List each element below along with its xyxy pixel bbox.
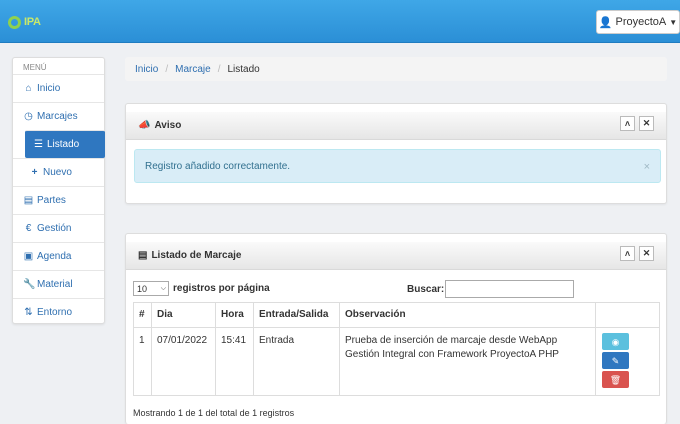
cell-observacion: Prueba de inserción de marcaje desde Web… [339, 327, 596, 396]
view-button[interactable]: ◉ [602, 333, 629, 350]
home-icon: ⌂ [25, 83, 32, 94]
row-actions: ◉ ✎ 🗑 [602, 333, 653, 388]
alert-message: Registro añadido correctamente. [145, 160, 291, 172]
server-icon: ▤ [138, 250, 148, 261]
table-header-row: # Dia Hora Entrada/Salida Observación [133, 302, 660, 328]
aviso-panel-tools: ˄ ✕ [620, 116, 654, 131]
edit-icon: ✎ [611, 355, 620, 366]
cell-actions: ◉ ✎ 🗑 [595, 327, 660, 396]
clock-icon: ◷ [24, 111, 33, 122]
alert-close-icon[interactable]: × [644, 161, 650, 173]
column-header-tipo[interactable]: Entrada/Salida [253, 302, 340, 328]
column-header-dia[interactable]: Dia [151, 302, 216, 328]
chevron-down-icon: ⌵ [160, 284, 166, 292]
calendar-icon: ▣ [23, 251, 34, 262]
logo-ring-icon [8, 15, 21, 29]
breadcrumb-marcaje[interactable]: Marcaje [175, 64, 211, 75]
list-icon: ☰ [34, 139, 43, 150]
sidebar-item-gestion[interactable]: € Gestión [13, 214, 104, 242]
breadcrumb-separator: / [217, 63, 221, 75]
marcaje-table: # Dia Hora Entrada/Salida Observación 1 … [133, 302, 660, 396]
page-size-select[interactable]: 10 ⌵ [133, 281, 169, 296]
edit-button[interactable]: ✎ [602, 352, 629, 369]
sidebar-item-listado[interactable]: ☰ Listado [25, 130, 105, 158]
sidebar-item-marcajes[interactable]: ◷ Marcajes [13, 102, 104, 130]
aviso-panel-header: 📣 Aviso [126, 112, 666, 140]
retweet-icon: ⇅ [24, 307, 33, 318]
delete-button[interactable]: 🗑 [602, 371, 629, 388]
plus-icon: + [31, 167, 38, 178]
user-menu-button[interactable]: 👤 ProyectoA ▼ [596, 10, 680, 34]
table-controls: 10 ⌵ registros por página Buscar: [133, 280, 668, 300]
breadcrumb: Inicio / Marcaje / Listado [125, 57, 667, 81]
wrench-icon: 🔧 [23, 279, 36, 290]
breadcrumb-current: Listado [227, 63, 260, 75]
table-row: 1 07/01/2022 15:41 Entrada Prueba de ins… [133, 327, 660, 396]
breadcrumb-inicio[interactable]: Inicio [135, 64, 158, 75]
top-navbar: IPA 👤 ProyectoA ▼ [0, 0, 680, 43]
sidebar-item-agenda[interactable]: ▣ Agenda [13, 242, 104, 270]
column-header-hora[interactable]: Hora [215, 302, 254, 328]
column-header-actions [595, 302, 660, 328]
sidebar-item-partes[interactable]: ▤ Partes [13, 186, 104, 214]
sidebar-item-material[interactable]: 🔧 Material [13, 270, 104, 298]
column-header-observacion[interactable]: Observación [339, 302, 596, 328]
euro-icon: € [25, 223, 32, 234]
sidebar-title: MENÚ [23, 63, 47, 72]
collapse-icon[interactable]: ˄ [620, 116, 635, 131]
breadcrumb-separator: / [165, 63, 169, 75]
eye-icon: ◉ [611, 336, 620, 347]
sidebar-item-inicio[interactable]: ⌂ Inicio [13, 74, 104, 102]
cell-tipo: Entrada [253, 327, 340, 396]
document-icon: ▤ [23, 195, 34, 206]
close-icon[interactable]: ✕ [639, 116, 654, 131]
page-size-label: registros por página [173, 283, 270, 294]
sidebar-item-entorno[interactable]: ⇅ Entorno [13, 298, 104, 326]
listado-panel-header: ▤ Listado de Marcaje [126, 242, 666, 270]
cell-hora: 15:41 [215, 327, 254, 396]
search-label: Buscar: [407, 284, 445, 295]
cell-dia: 07/01/2022 [151, 327, 216, 396]
collapse-icon[interactable]: ˄ [620, 246, 635, 261]
aviso-title: Aviso [154, 120, 182, 131]
cell-num: 1 [133, 327, 152, 396]
table-info: Mostrando 1 de 1 del total de 1 registro… [133, 408, 295, 418]
close-icon[interactable]: ✕ [639, 246, 654, 261]
app-logo[interactable]: IPA [8, 13, 41, 31]
search-input[interactable] [445, 280, 574, 298]
listado-panel-tools: ˄ ✕ [620, 246, 654, 261]
caret-down-icon: ▼ [669, 17, 678, 27]
user-icon: 👤 [598, 16, 613, 29]
aviso-panel: 📣 Aviso ˄ ✕ Registro añadido correctamen… [125, 103, 667, 204]
sidebar-item-nuevo[interactable]: + Nuevo [13, 158, 104, 186]
megaphone-icon: 📣 [138, 120, 151, 131]
listado-title: Listado de Marcaje [151, 250, 242, 261]
column-header-num[interactable]: # [133, 302, 152, 328]
sidebar: MENÚ ⌂ Inicio ◷ Marcajes ☰ Listado + Nuevo ▤… [12, 57, 105, 324]
listado-panel: ▤ Listado de Marcaje ˄ ✕ 10 ⌵ registros … [125, 233, 667, 424]
trash-icon: 🗑 [609, 374, 622, 385]
success-alert: Registro añadido correctamente. × [134, 149, 661, 183]
